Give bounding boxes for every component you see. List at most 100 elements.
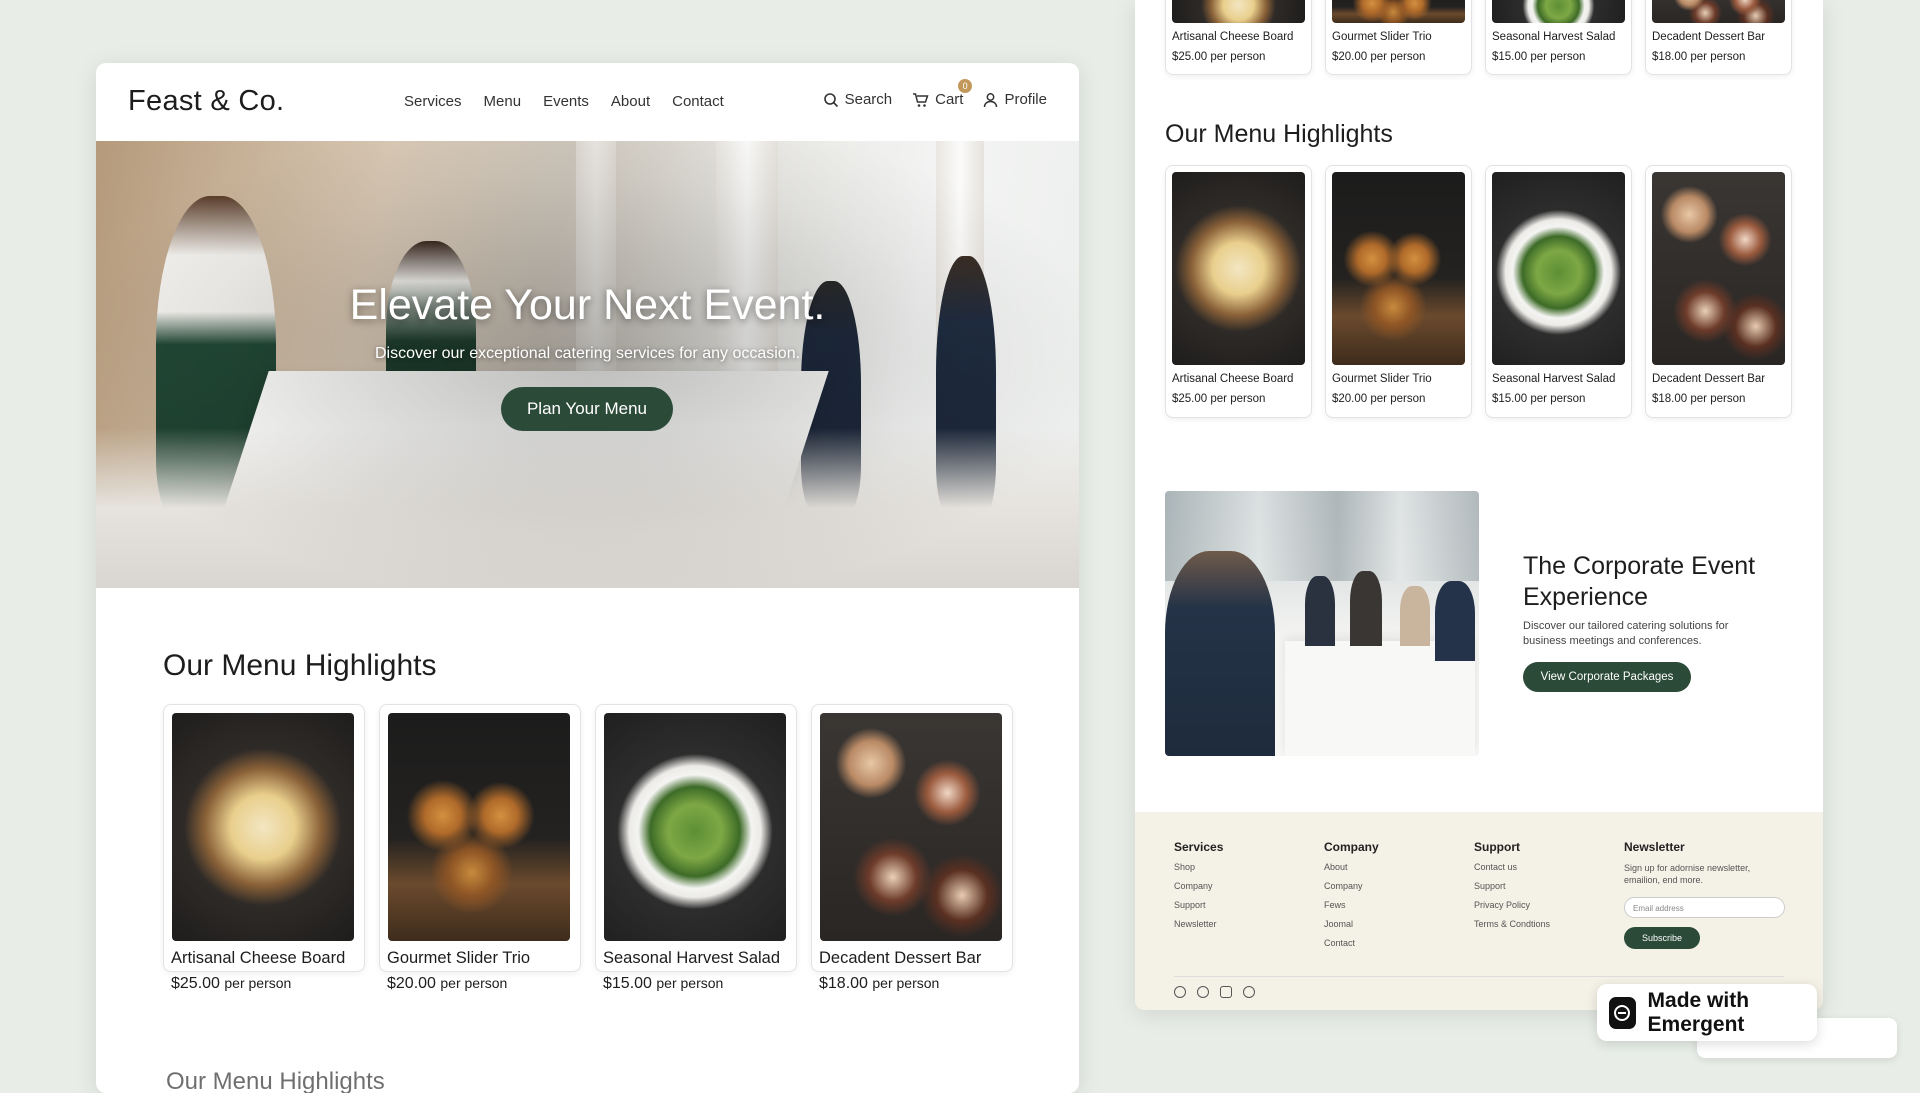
menu-card-dessert-bar[interactable]: Decadent Dessert Bar $18.00 per person bbox=[1645, 165, 1792, 418]
pinterest-icon[interactable] bbox=[1243, 986, 1255, 998]
price-value: $20.00 bbox=[1332, 393, 1368, 405]
hero-title: Elevate Your Next Event. bbox=[349, 281, 826, 329]
instagram-icon[interactable] bbox=[1220, 986, 1232, 998]
price-value: $25.00 bbox=[1172, 393, 1208, 405]
scrolled-page-panel: Artisanal Cheese Board $25.00 per person… bbox=[1135, 0, 1823, 1010]
footer-col-title: Services bbox=[1174, 840, 1224, 854]
price-value: $25.00 bbox=[171, 975, 220, 992]
menu-card-slider-trio-top[interactable]: Gourmet Slider Trio $20.00 per person bbox=[1325, 0, 1472, 75]
profile-label: Profile bbox=[1004, 91, 1047, 108]
menu-card-dessert-bar[interactable] bbox=[811, 704, 1013, 972]
footer-link[interactable]: Shop bbox=[1174, 862, 1223, 872]
price-unit: per person bbox=[1690, 393, 1746, 405]
slider-trio-image bbox=[388, 713, 570, 941]
price-unit: per person bbox=[1370, 51, 1426, 63]
card-name: Artisanal Cheese Board bbox=[1172, 31, 1294, 43]
brand-logo[interactable]: Feast & Co. bbox=[128, 85, 284, 118]
footer-link[interactable]: Support bbox=[1474, 881, 1550, 891]
card-price: $25.00 per person bbox=[171, 975, 291, 993]
harvest-salad-image bbox=[604, 713, 786, 941]
corporate-subtitle: Discover our tailored catering solutions… bbox=[1523, 620, 1729, 647]
newsletter-text: Sign up for adornise newsletter, emailio… bbox=[1624, 863, 1751, 885]
search-button[interactable]: Search bbox=[823, 91, 892, 108]
menu-card-harvest-salad[interactable] bbox=[595, 704, 797, 972]
footer-col-title: Newsletter bbox=[1624, 840, 1685, 854]
subscribe-button[interactable]: Subscribe bbox=[1624, 927, 1700, 949]
price-value: $15.00 bbox=[1492, 393, 1528, 405]
card-price: $25.00 per person bbox=[1172, 51, 1265, 63]
card-price: $18.00 per person bbox=[819, 975, 939, 993]
nav-actions: Search Cart 0 Profile bbox=[823, 79, 1047, 108]
made-with-label: Made with Emergent bbox=[1647, 988, 1750, 1036]
card-price: $15.00 per person bbox=[1492, 51, 1585, 63]
footer-link[interactable]: Company bbox=[1174, 881, 1223, 891]
footer-link[interactable]: Contact bbox=[1324, 938, 1379, 948]
search-icon bbox=[823, 92, 838, 107]
price-unit: per person bbox=[1210, 393, 1266, 405]
menu-card-slider-trio[interactable]: Gourmet Slider Trio $20.00 per person bbox=[1325, 165, 1472, 418]
harvest-salad-image bbox=[1492, 0, 1625, 23]
dessert-bar-image bbox=[1652, 0, 1785, 23]
cheese-board-image bbox=[1172, 0, 1305, 23]
price-unit: per person bbox=[224, 975, 292, 991]
footer-link[interactable]: Privacy Policy bbox=[1474, 900, 1550, 910]
nav-link-events[interactable]: Events bbox=[543, 93, 589, 110]
footer-link[interactable]: Support bbox=[1174, 900, 1223, 910]
facebook-icon[interactable] bbox=[1197, 986, 1209, 998]
footer-link[interactable]: Fews bbox=[1324, 900, 1379, 910]
corporate-event-image bbox=[1165, 491, 1479, 756]
menu-highlights-title: Our Menu Highlights bbox=[163, 649, 437, 682]
price-value: $20.00 bbox=[1332, 51, 1368, 63]
price-unit: per person bbox=[1210, 51, 1266, 63]
harvest-salad-image bbox=[1492, 172, 1625, 365]
menu-card-cheese-board[interactable] bbox=[163, 704, 365, 972]
nav-link-about[interactable]: About bbox=[611, 93, 650, 110]
footer-divider bbox=[1174, 976, 1784, 977]
card-name: Artisanal Cheese Board bbox=[171, 949, 346, 967]
price-unit: per person bbox=[1530, 393, 1586, 405]
menu-card-harvest-salad-top[interactable]: Seasonal Harvest Salad $15.00 per person bbox=[1485, 0, 1632, 75]
plan-menu-button[interactable]: Plan Your Menu bbox=[501, 387, 673, 431]
cart-count-badge: 0 bbox=[958, 79, 973, 93]
menu-card-slider-trio[interactable] bbox=[379, 704, 581, 972]
footer-link[interactable]: Contact us bbox=[1474, 862, 1550, 872]
menu-card-harvest-salad[interactable]: Seasonal Harvest Salad $15.00 per person bbox=[1485, 165, 1632, 418]
nav-link-services[interactable]: Services bbox=[404, 93, 462, 110]
nav-link-contact[interactable]: Contact bbox=[672, 93, 724, 110]
dessert-bar-image bbox=[1652, 172, 1785, 365]
hero-subtitle: Discover our exceptional catering servic… bbox=[374, 345, 801, 362]
price-value: $25.00 bbox=[1172, 51, 1208, 63]
footer-link[interactable]: Newsletter bbox=[1174, 919, 1223, 929]
card-name: Gourmet Slider Trio bbox=[387, 949, 531, 967]
menu-card-cheese-board[interactable]: Artisanal Cheese Board $25.00 per person bbox=[1165, 165, 1312, 418]
corporate-title: The Corporate Event Experience bbox=[1523, 552, 1756, 611]
view-corporate-packages-button[interactable]: View Corporate Packages bbox=[1523, 662, 1691, 692]
footer-col-title: Company bbox=[1324, 840, 1379, 854]
price-unit: per person bbox=[872, 975, 940, 991]
footer-link[interactable]: Joomal bbox=[1324, 919, 1379, 929]
user-icon bbox=[984, 92, 998, 107]
newsletter-email-input[interactable]: Email address bbox=[1624, 897, 1785, 918]
card-name: Gourmet Slider Trio bbox=[1332, 31, 1432, 43]
price-value: $20.00 bbox=[387, 975, 436, 992]
card-price: $18.00 per person bbox=[1652, 393, 1745, 405]
profile-button[interactable]: Profile bbox=[983, 91, 1047, 108]
cart-button[interactable]: Cart 0 bbox=[912, 79, 973, 108]
footer-link[interactable]: Terms & Condtions bbox=[1474, 919, 1550, 929]
cart-label: Cart bbox=[935, 91, 964, 108]
price-unit: per person bbox=[440, 975, 508, 991]
card-name: Seasonal Harvest Salad bbox=[1492, 373, 1616, 385]
nav-link-menu[interactable]: Menu bbox=[484, 93, 522, 110]
footer-col-newsletter: Newsletter Sign up for adornise newslett… bbox=[1624, 840, 1784, 895]
menu-card-dessert-bar-top[interactable]: Decadent Dessert Bar $18.00 per person bbox=[1645, 0, 1792, 75]
made-with-emergent-badge[interactable]: Made with Emergent bbox=[1597, 984, 1817, 1041]
price-unit: per person bbox=[1690, 51, 1746, 63]
facebook-icon[interactable] bbox=[1174, 986, 1186, 998]
footer-link[interactable]: Company bbox=[1324, 881, 1379, 891]
card-name: Decadent Dessert Bar bbox=[1652, 31, 1766, 43]
footer-link[interactable]: About bbox=[1324, 862, 1379, 872]
card-price: $15.00 per person bbox=[1492, 393, 1585, 405]
menu-card-cheese-board-top[interactable]: Artisanal Cheese Board $25.00 per person bbox=[1165, 0, 1312, 75]
card-name: Seasonal Harvest Salad bbox=[1492, 31, 1616, 43]
card-name: Decadent Dessert Bar bbox=[1652, 373, 1766, 385]
